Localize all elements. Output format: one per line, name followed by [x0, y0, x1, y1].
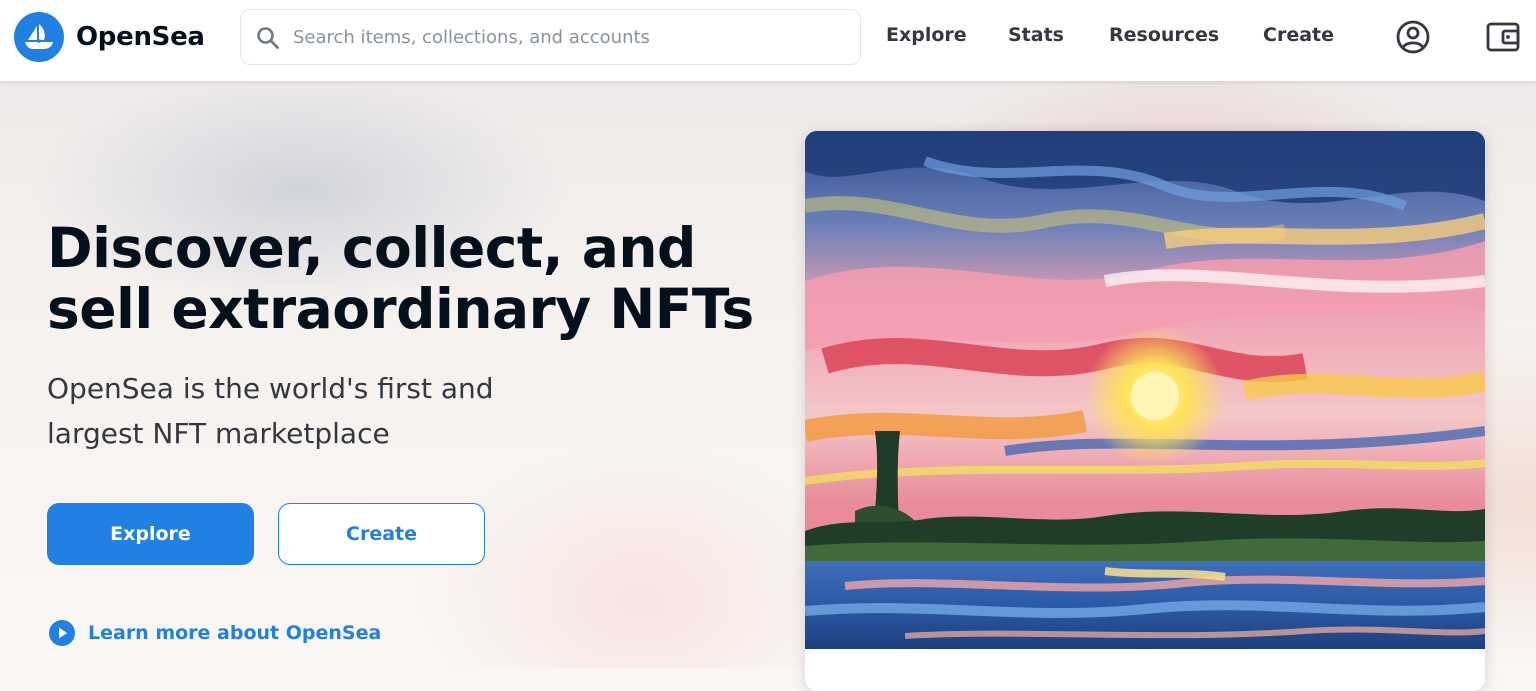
hero-title-line1: Discover, collect, and [47, 216, 696, 280]
learn-more-text: Learn more about OpenSea [88, 622, 382, 644]
search-icon [257, 27, 279, 49]
account-icon[interactable] [1394, 18, 1432, 56]
hero-subtitle-line1: OpenSea is the world's first and [47, 372, 494, 405]
hero-title-line2: sell extraordinary NFTs [47, 277, 754, 341]
featured-nft-card[interactable] [805, 131, 1485, 691]
nav-create[interactable]: Create [1263, 24, 1334, 46]
nav-resources[interactable]: Resources [1109, 24, 1219, 46]
hero-title: Discover, collect, and sell extraordinar… [47, 218, 767, 340]
wallet-icon[interactable] [1484, 18, 1522, 56]
nav-explore[interactable]: Explore [886, 24, 967, 46]
opensea-boat-icon [25, 24, 53, 49]
top-navbar: OpenSea Explore Stats Resources Create [0, 0, 1536, 81]
hero-subtitle-line2: largest NFT marketplace [47, 417, 390, 450]
hero-subtitle: OpenSea is the world's first and largest… [47, 366, 567, 456]
brand-name[interactable]: OpenSea [76, 22, 205, 52]
search-bar[interactable] [240, 9, 861, 65]
explore-button[interactable]: Explore [47, 503, 254, 565]
create-button[interactable]: Create [278, 503, 485, 565]
play-circle-icon [49, 620, 75, 646]
learn-more-link[interactable]: Learn more about OpenSea [48, 619, 381, 647]
opensea-logo-icon[interactable] [14, 12, 64, 62]
featured-nft-image[interactable] [805, 131, 1485, 649]
search-input[interactable] [293, 10, 843, 64]
nav-stats[interactable]: Stats [1008, 24, 1064, 46]
